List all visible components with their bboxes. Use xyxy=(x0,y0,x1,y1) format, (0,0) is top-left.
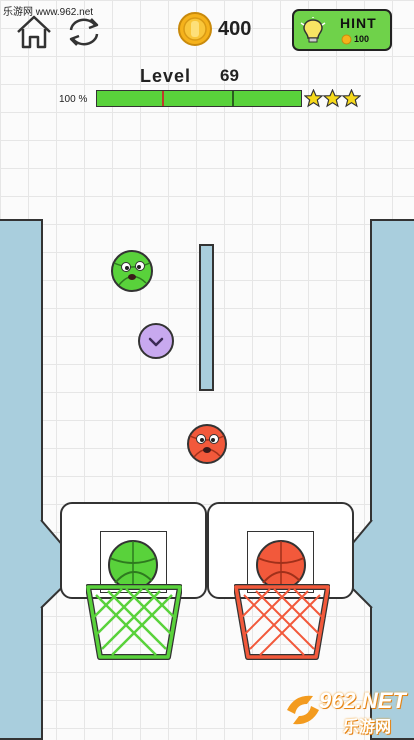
green-basket xyxy=(86,584,182,660)
level-number: 69 xyxy=(220,66,239,85)
star-icon xyxy=(304,89,323,108)
chevron-down-icon xyxy=(138,323,174,359)
star-icon xyxy=(323,89,342,108)
coin-icon xyxy=(177,11,213,52)
red-basket xyxy=(234,584,330,660)
hint-button[interactable]: HINT 100 xyxy=(292,9,392,51)
watermark-logo: 962.NET 乐游网 xyxy=(283,686,413,736)
star-icon xyxy=(342,89,361,108)
level-label: Level xyxy=(140,66,192,86)
green-face-ball xyxy=(111,250,153,292)
right-wall xyxy=(370,219,414,740)
drop-ball-button[interactable] xyxy=(137,322,175,360)
watermark-brand: 962.NET xyxy=(319,688,406,713)
coin-small-icon xyxy=(341,34,352,45)
red-face-ball xyxy=(187,424,227,464)
coin-count: 400 xyxy=(218,18,252,40)
star-rating xyxy=(304,89,362,109)
lightbulb-icon xyxy=(300,17,326,43)
hint-label: HINT xyxy=(340,15,377,31)
progress-bar xyxy=(96,90,302,107)
restart-button[interactable] xyxy=(64,14,104,50)
hint-cost: 100 xyxy=(354,34,370,44)
watermark-sub: 乐游网 xyxy=(343,719,392,736)
progress-marker-1 xyxy=(162,91,164,106)
restart-icon xyxy=(69,18,99,46)
obstacle-bar xyxy=(199,244,214,391)
progress-marker-2 xyxy=(232,91,234,106)
left-wall xyxy=(0,219,43,740)
progress-percent: 100 % xyxy=(59,94,88,105)
home-button[interactable] xyxy=(14,14,54,50)
progress-fill xyxy=(97,91,301,106)
logo-shape-icon xyxy=(287,695,319,725)
home-icon xyxy=(17,15,51,49)
